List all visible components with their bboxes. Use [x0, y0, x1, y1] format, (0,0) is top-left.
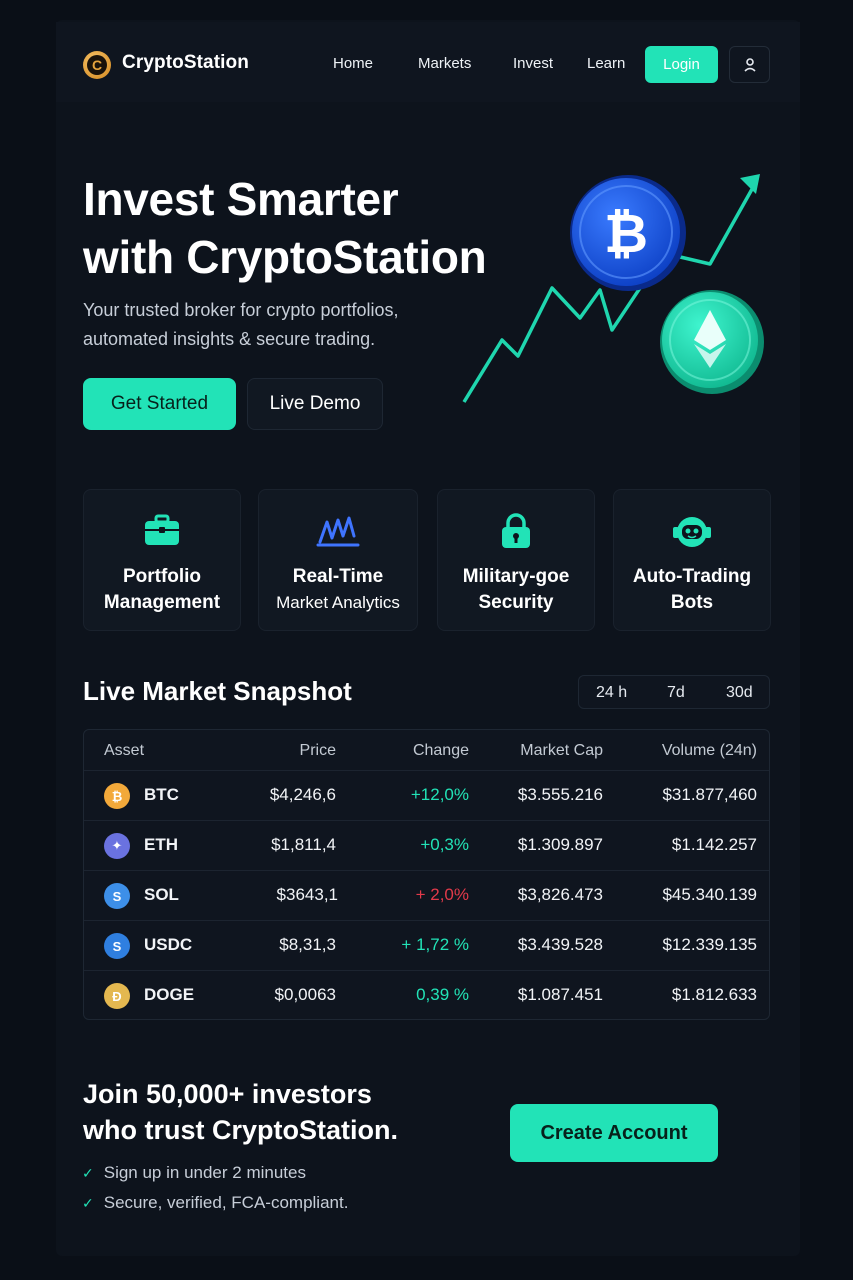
usdc-coin-icon: S [104, 933, 130, 959]
table-row[interactable]: Ð DOGE $0,0063 0,39 % $1.087.451 $1.812.… [84, 970, 769, 1020]
eth-coin-icon: ✦ [104, 833, 130, 859]
asset-change: +0,3% [420, 835, 469, 854]
brand-logo-glyph: C [87, 55, 107, 75]
asset-price: $4,246,6 [269, 785, 336, 804]
range-option-7d[interactable]: 7d [667, 684, 685, 702]
feature-title: Portfolio [122, 566, 202, 587]
login-button[interactable]: Login [645, 46, 718, 83]
live-demo-button[interactable]: Live Demo [247, 378, 383, 430]
hero-subtitle-line1: Your trusted broker for crypto portfolio… [83, 300, 399, 320]
range-option-24h[interactable]: 24 h [596, 684, 627, 702]
cta-title: Join 50,000+ investors who trust CryptoS… [83, 1076, 443, 1148]
hero-subtitle: Your trusted broker for crypto portfolio… [83, 296, 463, 354]
asset-volume: $1.142.257 [671, 835, 757, 854]
create-account-button[interactable]: Create Account [510, 1104, 718, 1162]
asset-price: $0,0063 [274, 985, 336, 1004]
snapshot-title: Live Market Snapshot [83, 676, 352, 706]
asset-symbol: DOGE [144, 985, 195, 1004]
sol-coin-icon: S [104, 883, 130, 909]
asset-price: $3643,1 [276, 885, 338, 904]
benefit-text: Secure, verified, FCA-compliant. [103, 1193, 349, 1212]
asset-market-cap: $3.555.216 [517, 785, 603, 804]
cta-title-line2: who trust CryptoStation. [83, 1115, 398, 1145]
bitcoin-coin-icon: ₿ [570, 175, 686, 291]
benefit-item: ✓ Secure, verified, FCA-compliant. [82, 1193, 348, 1213]
table-row[interactable]: ✦ ETH $1,811,4 +0,3% $1.309.897 $1.142.2… [84, 820, 769, 870]
nav-link-home[interactable]: Home [333, 55, 373, 72]
asset-symbol: ETH [144, 835, 178, 854]
asset-price: $1,811,4 [271, 835, 336, 854]
asset-change: 0,39 % [416, 985, 469, 1004]
asset-symbol: SOL [144, 885, 179, 904]
benefit-item: ✓ Sign up in under 2 minutes [82, 1163, 306, 1183]
asset-market-cap: $3.439.528 [517, 935, 603, 954]
asset-symbol: USDC [144, 935, 193, 954]
asset-market-cap: $3,826.473 [517, 885, 603, 904]
column-header-change[interactable]: Change [413, 742, 469, 760]
hero-subtitle-line2: automated insights & secure trading. [83, 329, 376, 349]
cta-title-line1: Join 50,000+ investors [83, 1079, 372, 1109]
table-row[interactable]: S SOL $3643,1 + 2,0% $3,826.473 $45.340.… [84, 870, 769, 920]
brand-name[interactable]: CryptoStation [122, 52, 249, 74]
asset-change: +12,0% [410, 785, 469, 804]
column-header-market-cap[interactable]: Market Cap [520, 742, 603, 760]
get-started-button[interactable]: Get Started [83, 378, 236, 430]
asset-volume: $1.812.633 [671, 985, 757, 1004]
asset-change: + 1,72 % [401, 935, 469, 954]
asset-change: + 2,0% [415, 885, 469, 904]
table-row[interactable]: ₿ BTC $4,246,6 +12,0% $3.555.216 $31.877… [84, 770, 769, 820]
analytics-chart-icon [316, 516, 360, 547]
doge-coin-icon: Ð [104, 983, 130, 1009]
asset-market-cap: $1.309.897 [517, 835, 603, 854]
feature-subtitle: Market Analytics [276, 593, 400, 612]
asset-symbol: BTC [144, 785, 179, 804]
feature-title: Military-goe [462, 566, 570, 587]
feature-subtitle: Bots [670, 592, 714, 613]
ethereum-coin-icon [660, 290, 764, 394]
asset-volume: $31.877,460 [662, 785, 757, 804]
feature-card-security[interactable]: Military-goe Security [437, 489, 595, 631]
user-account-button[interactable] [729, 46, 770, 83]
robot-icon [673, 517, 711, 547]
asset-price: $8,31,3 [279, 935, 336, 954]
column-header-volume[interactable]: Volume (24n) [662, 742, 757, 760]
feature-subtitle: Management [103, 592, 221, 613]
benefit-text: Sign up in under 2 minutes [103, 1163, 306, 1182]
feature-subtitle: Security [478, 592, 554, 613]
asset-volume: $45.340.139 [662, 885, 757, 904]
brand-logo-icon[interactable]: C [83, 51, 111, 79]
feature-title: Real-Time [292, 566, 384, 587]
nav-link-learn[interactable]: Learn [587, 55, 625, 72]
time-range-selector: 24 h 7d 30d [578, 675, 770, 709]
check-icon: ✓ [82, 1165, 94, 1181]
btc-coin-icon: ₿ [104, 783, 130, 809]
range-option-30d[interactable]: 30d [726, 684, 753, 702]
hero-illustration: ₿ [462, 174, 764, 403]
nav-link-markets[interactable]: Markets [418, 55, 471, 72]
feature-card-bots[interactable]: Auto-Trading Bots [613, 489, 771, 631]
market-table: Asset Price Change Market Cap Volume (24… [83, 729, 770, 1020]
feature-card-analytics[interactable]: Real-Time Market Analytics [258, 489, 418, 631]
asset-market-cap: $1.087.451 [517, 985, 603, 1004]
feature-title: Auto-Trading [632, 566, 752, 587]
feature-card-portfolio[interactable]: Portfolio Management [83, 489, 241, 631]
check-icon: ✓ [82, 1195, 94, 1211]
svg-text:₿: ₿ [604, 202, 648, 265]
column-header-price[interactable]: Price [300, 742, 336, 760]
column-header-asset[interactable]: Asset [104, 742, 144, 760]
nav-link-invest[interactable]: Invest [513, 55, 553, 72]
lock-icon [502, 513, 530, 548]
briefcase-icon [145, 514, 179, 545]
table-row[interactable]: S USDC $8,31,3 + 1,72 % $3.439.528 $12.3… [84, 920, 769, 970]
asset-volume: $12.339.135 [662, 935, 757, 954]
user-icon [743, 57, 756, 72]
